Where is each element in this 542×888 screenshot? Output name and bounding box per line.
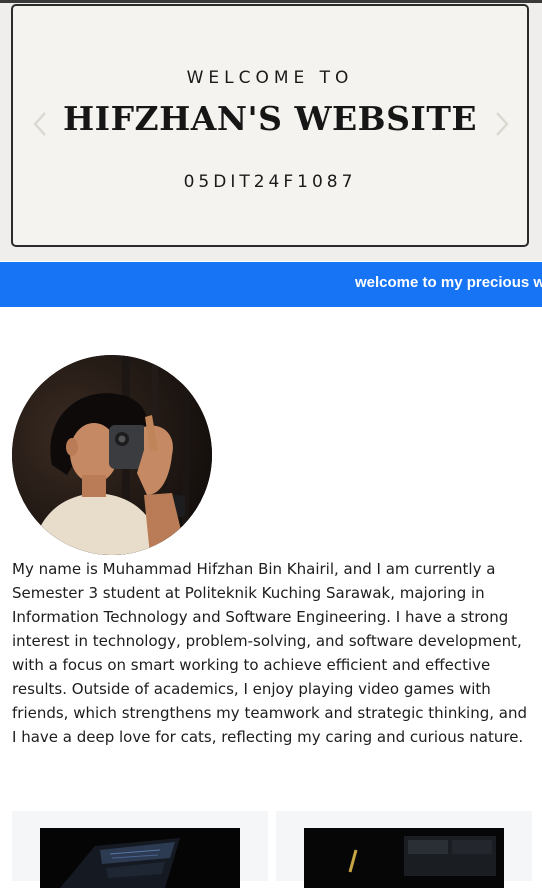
hero-student-code: 05DIT24F1087: [183, 172, 357, 192]
carousel-next-button[interactable]: [493, 109, 511, 139]
project-card[interactable]: [276, 811, 532, 888]
about-paragraph: My name is Muhammad Hifzhan Bin Khairil,…: [12, 560, 527, 746]
hero-title: HIFZHAN'S WEBSITE: [62, 99, 478, 138]
hero-carousel: WELCOME TO HIFZHAN'S WEBSITE 05DIT24F108…: [11, 4, 529, 247]
profile-photo: [12, 355, 212, 555]
carousel-prev-button[interactable]: [31, 109, 49, 139]
laptop-photo: [40, 828, 240, 888]
hero-welcome-text: WELCOME TO: [186, 68, 354, 88]
marquee-text: welcome to my precious w: [355, 274, 542, 291]
chevron-left-icon: [33, 112, 46, 136]
project-thumbnail: [304, 828, 504, 888]
avatar: [12, 355, 212, 555]
desk-photo: [304, 828, 504, 888]
hero-section: WELCOME TO HIFZHAN'S WEBSITE 05DIT24F108…: [0, 3, 542, 261]
project-thumbnail: [40, 828, 240, 888]
chevron-right-icon: [496, 112, 509, 136]
welcome-marquee: welcome to my precious w: [0, 262, 542, 307]
project-card[interactable]: [12, 811, 268, 888]
